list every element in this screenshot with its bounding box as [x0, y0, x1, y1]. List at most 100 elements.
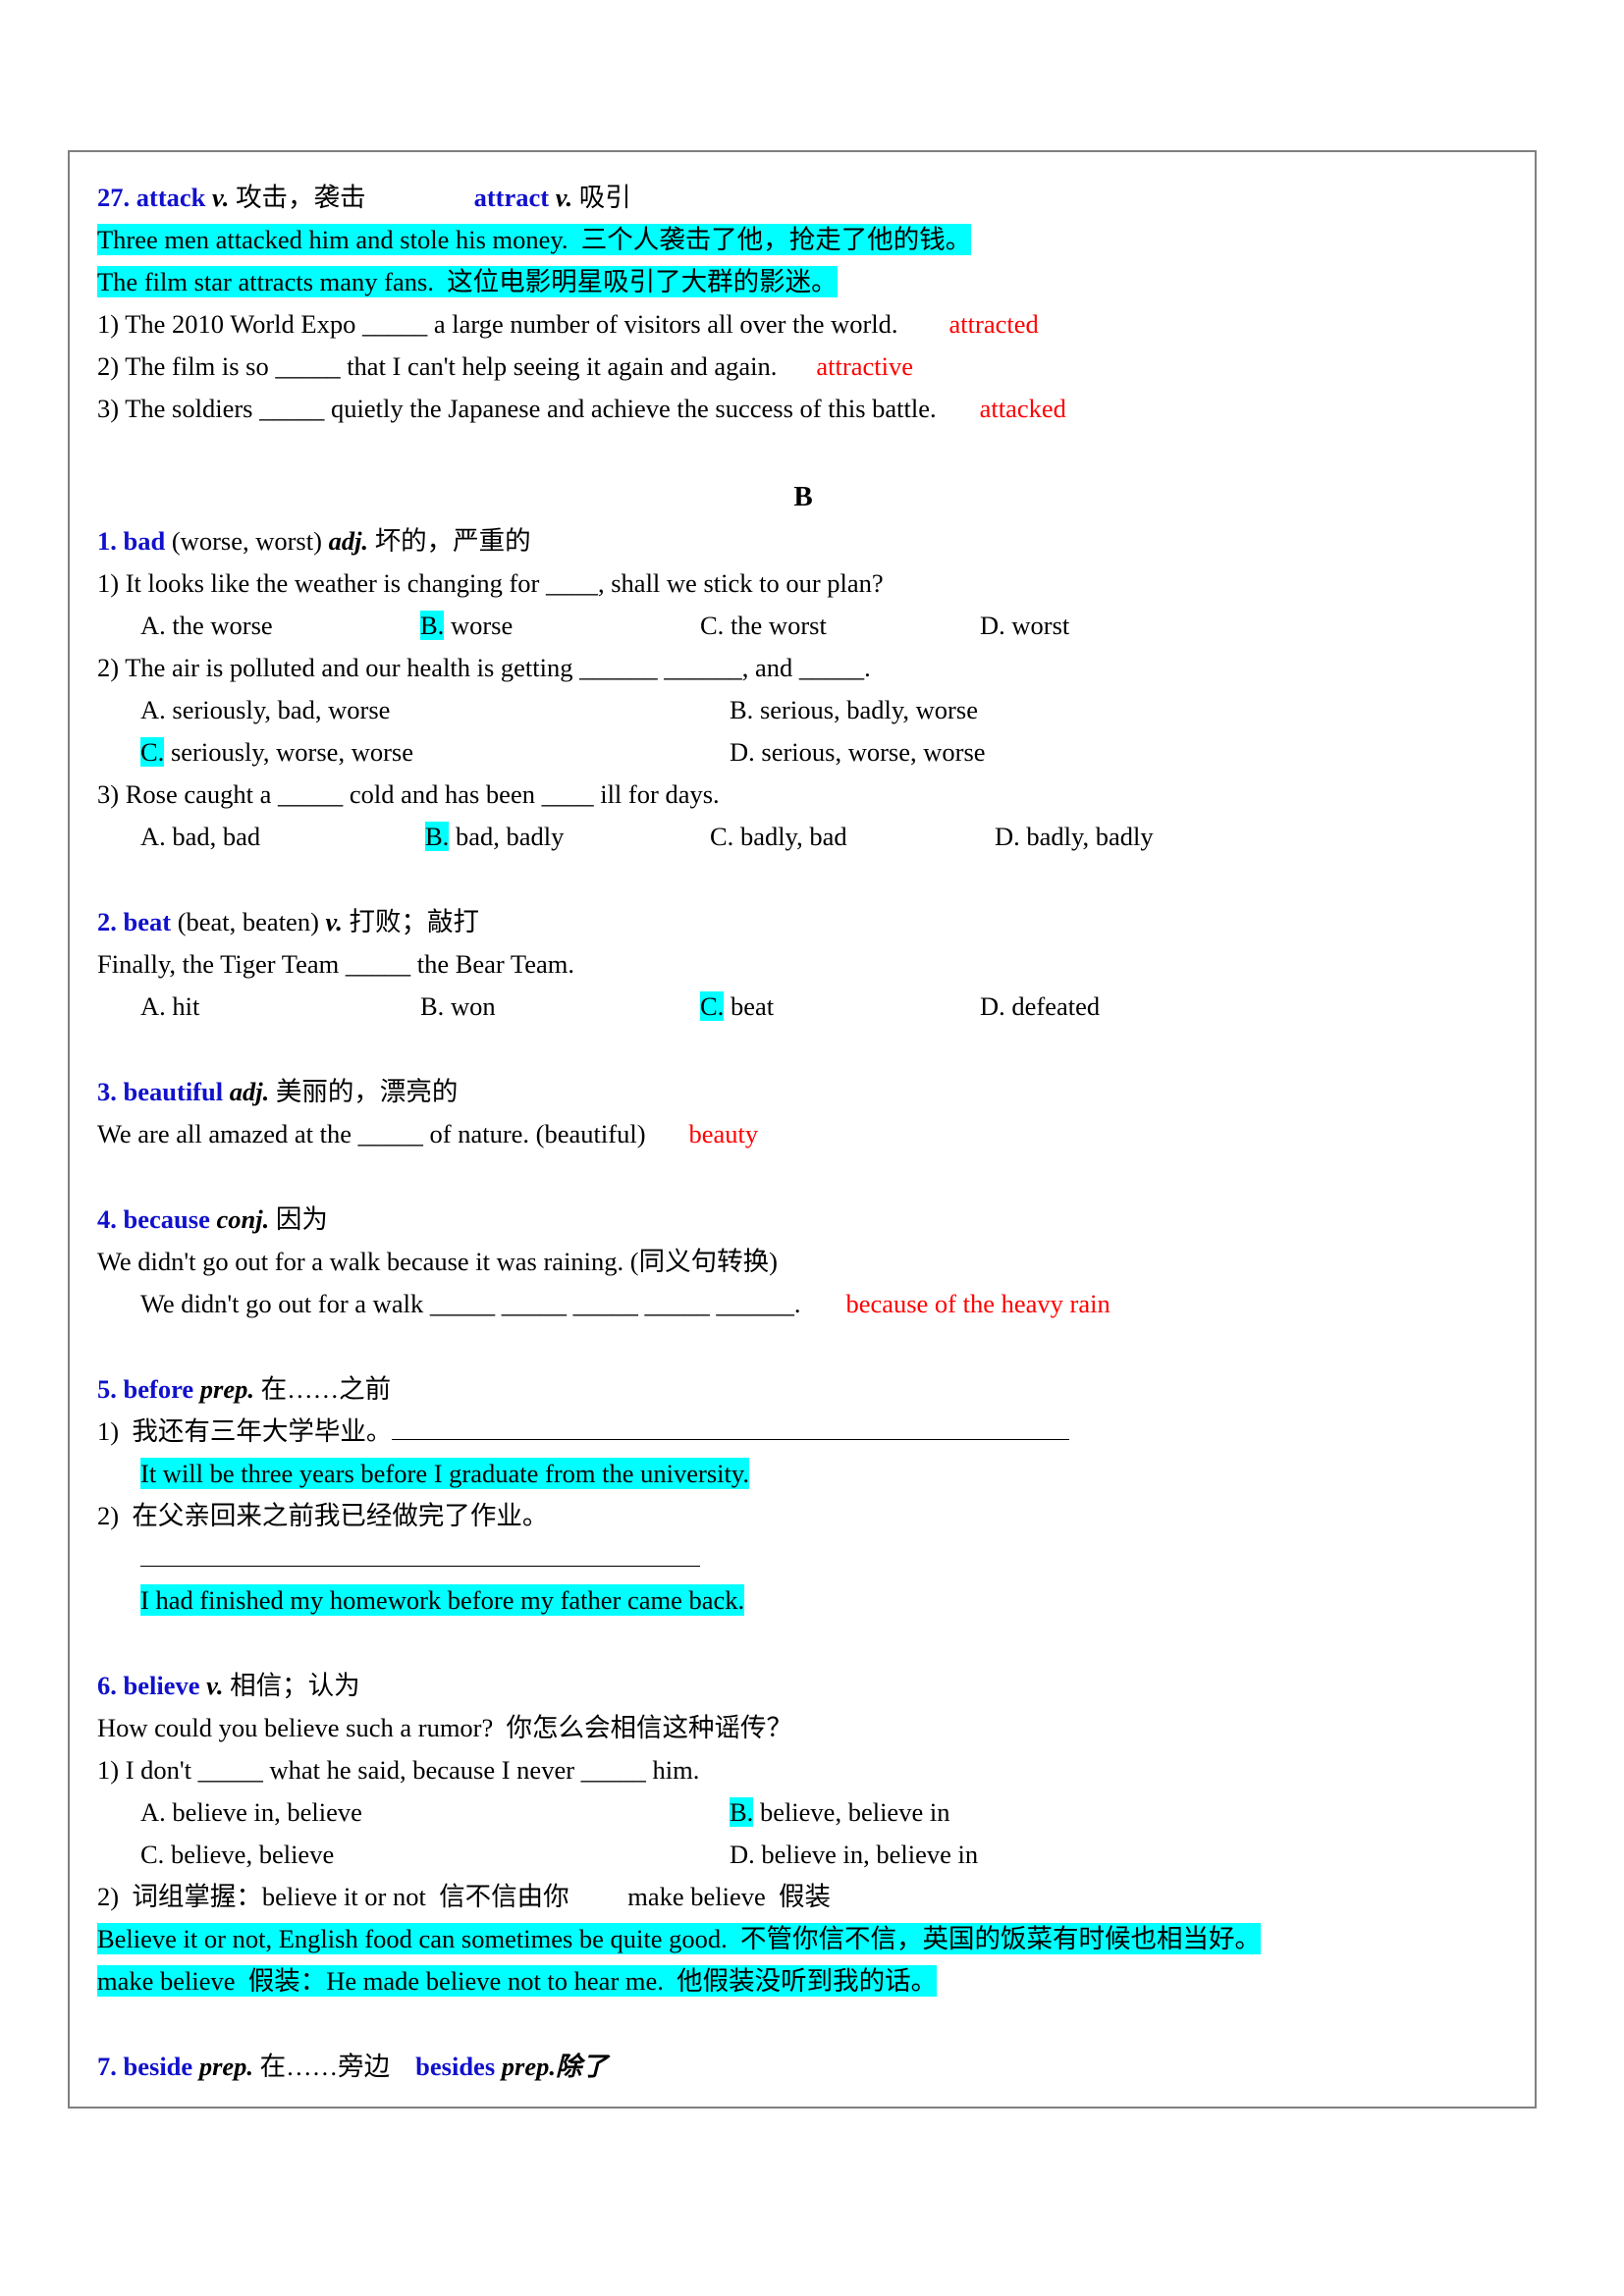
option-c[interactable]: C. badly, bad	[710, 816, 995, 858]
entry-heading-because: 4. because conj. 因为	[97, 1199, 1509, 1241]
option-marker: B.	[425, 822, 450, 851]
option-marker: D.	[995, 822, 1020, 851]
exercise-text: We didn't go out for a walk _____ _____ …	[140, 1289, 801, 1318]
entry-pos: conj.	[209, 1204, 270, 1234]
option-d[interactable]: D. worst	[980, 605, 1069, 647]
example-sentence-text: Three men attacked him and stole his mon…	[97, 224, 972, 255]
entry-number: 27.	[97, 183, 136, 212]
entry-translation: 坏的，严重的	[368, 526, 531, 556]
option-marker: C.	[700, 991, 725, 1021]
example-sentence: Believe it or not, English food can some…	[97, 1918, 1509, 1960]
option-marker: C.	[140, 1840, 165, 1869]
option-marker: A.	[140, 695, 166, 724]
option-row: C. seriously, worse, worse D. serious, wo…	[97, 731, 1509, 774]
exercise-item: We didn't go out for a walk because it w…	[97, 1247, 778, 1276]
option-label: defeated	[1004, 991, 1101, 1021]
option-marker: B.	[420, 611, 445, 640]
option-row: A. hit B. won C. beat D. defeated	[97, 986, 1509, 1028]
option-marker: D.	[730, 737, 755, 767]
answer-text: because of the heavy rain	[845, 1289, 1110, 1318]
option-marker: D.	[980, 611, 1005, 640]
option-a[interactable]: A. the worse	[140, 605, 420, 647]
option-label: serious, badly, worse	[753, 695, 978, 724]
entry-pos: v.	[205, 183, 230, 212]
option-a[interactable]: A. hit	[140, 986, 420, 1028]
option-d[interactable]: D. defeated	[980, 986, 1100, 1028]
option-row: A. seriously, bad, worse B. serious, badl…	[97, 689, 1509, 731]
example-sentence: How could you believe such a rumor? 你怎么会…	[97, 1713, 793, 1742]
example-sentence: Three men attacked him and stole his mon…	[97, 219, 1509, 261]
entry-heading-beat: 2. beat (beat, beaten) v. 打败；敲打	[97, 901, 1509, 943]
option-label: hit	[165, 991, 200, 1021]
option-a[interactable]: A. seriously, bad, worse	[140, 689, 730, 731]
option-b[interactable]: B. won	[420, 986, 700, 1028]
option-b[interactable]: B. serious, badly, worse	[730, 689, 978, 731]
option-marker: D.	[730, 1840, 755, 1869]
exercise-item: 1) I don't _____ what he said, because I…	[97, 1755, 700, 1785]
option-b[interactable]: B. bad, badly	[425, 816, 710, 858]
entry-headword: beside	[123, 2052, 193, 2081]
entry-headword: because	[123, 1204, 210, 1234]
entry-number: 2.	[97, 907, 124, 936]
option-c[interactable]: C. beat	[700, 986, 980, 1028]
option-a[interactable]: A. bad, bad	[140, 816, 425, 858]
entry-number: 5.	[97, 1374, 124, 1404]
option-label: believe, believe in	[753, 1797, 950, 1827]
answer-text: beauty	[688, 1119, 759, 1148]
option-label: won	[444, 991, 496, 1021]
option-c[interactable]: C. seriously, worse, worse	[140, 731, 730, 774]
entry-headword-2: attract	[473, 183, 550, 212]
answer-highlighted: It will be three years before I graduate…	[97, 1453, 1509, 1495]
option-b[interactable]: B. worse	[420, 605, 700, 647]
entry-translation: 美丽的，漂亮的	[269, 1077, 459, 1106]
example-sentence-text: Believe it or not, English food can some…	[97, 1923, 1262, 1954]
entry-translation: 在……旁边	[253, 2052, 391, 2081]
entry-headword: bad	[123, 526, 166, 556]
option-label: seriously, worse, worse	[164, 737, 413, 767]
option-a[interactable]: A. believe in, believe	[140, 1791, 730, 1834]
answer-rule[interactable]	[392, 1414, 1070, 1440]
exercise-item: We didn't go out for a walk _____ _____ …	[97, 1283, 1509, 1325]
entry-number: 7.	[97, 2052, 124, 2081]
entry-translation-2: 除了	[555, 2052, 608, 2081]
option-d[interactable]: D. believe in, believe in	[730, 1834, 978, 1876]
entry-forms: (worse, worst)	[165, 526, 329, 556]
option-label: badly, bad	[733, 822, 847, 851]
option-c[interactable]: C. believe, believe	[140, 1834, 730, 1876]
option-label: the worse	[165, 611, 273, 640]
option-label: worst	[1004, 611, 1070, 640]
entry-pos: prep.	[193, 1374, 254, 1404]
entry-pos: adj.	[328, 526, 369, 556]
answer-rule[interactable]	[140, 1540, 700, 1567]
entry-heading-beside: 7. beside prep. 在……旁边 besides prep.除了	[97, 2046, 1509, 2088]
entry-number: 3.	[97, 1077, 124, 1106]
option-marker: B.	[730, 695, 754, 724]
entry-translation: 打败；敲打	[342, 907, 480, 936]
entry-pos-2: v.	[549, 183, 573, 212]
entry-heading-bad: 1. bad (worse, worst) adj. 坏的，严重的	[97, 520, 1509, 562]
option-marker: A.	[140, 1797, 166, 1827]
entry-headword: beat	[123, 907, 172, 936]
option-b[interactable]: B. believe, believe in	[730, 1791, 949, 1834]
option-marker: B.	[420, 991, 445, 1021]
answer-text: attracted	[948, 309, 1039, 339]
exercise-item: 2) 在父亲回来之前我已经做完了作业。	[97, 1501, 549, 1530]
exercise-item: 1) The 2010 World Expo _____ a large num…	[97, 303, 1509, 346]
option-marker: A.	[140, 822, 166, 851]
option-row: A. bad, bad B. bad, badly C. badly, bad D. …	[97, 816, 1509, 858]
entry-forms: (beat, beaten)	[171, 907, 326, 936]
option-d[interactable]: D. badly, badly	[995, 816, 1154, 858]
option-c[interactable]: C. the worst	[700, 605, 980, 647]
option-marker: A.	[140, 991, 166, 1021]
answer-highlighted: I had finished my homework before my fat…	[97, 1579, 1509, 1622]
exercise-text: 2) The film is so _____ that I can't hel…	[97, 351, 778, 381]
entry-headword-2: besides	[415, 2052, 496, 2081]
entry-pos: v.	[199, 1671, 224, 1700]
option-d[interactable]: D. serious, worse, worse	[730, 731, 986, 774]
exercise-text: 1) 我还有三年大学毕业。	[97, 1416, 393, 1446]
exercise-text: 3) The soldiers _____ quietly the Japane…	[97, 394, 937, 423]
example-sentence-text: The film star attracts many fans. 这位电影明星…	[97, 266, 838, 297]
answer-rule-row	[97, 1537, 1509, 1579]
option-label: bad, bad	[165, 822, 261, 851]
exercise-text: 1) The 2010 World Expo _____ a large num…	[97, 309, 898, 339]
